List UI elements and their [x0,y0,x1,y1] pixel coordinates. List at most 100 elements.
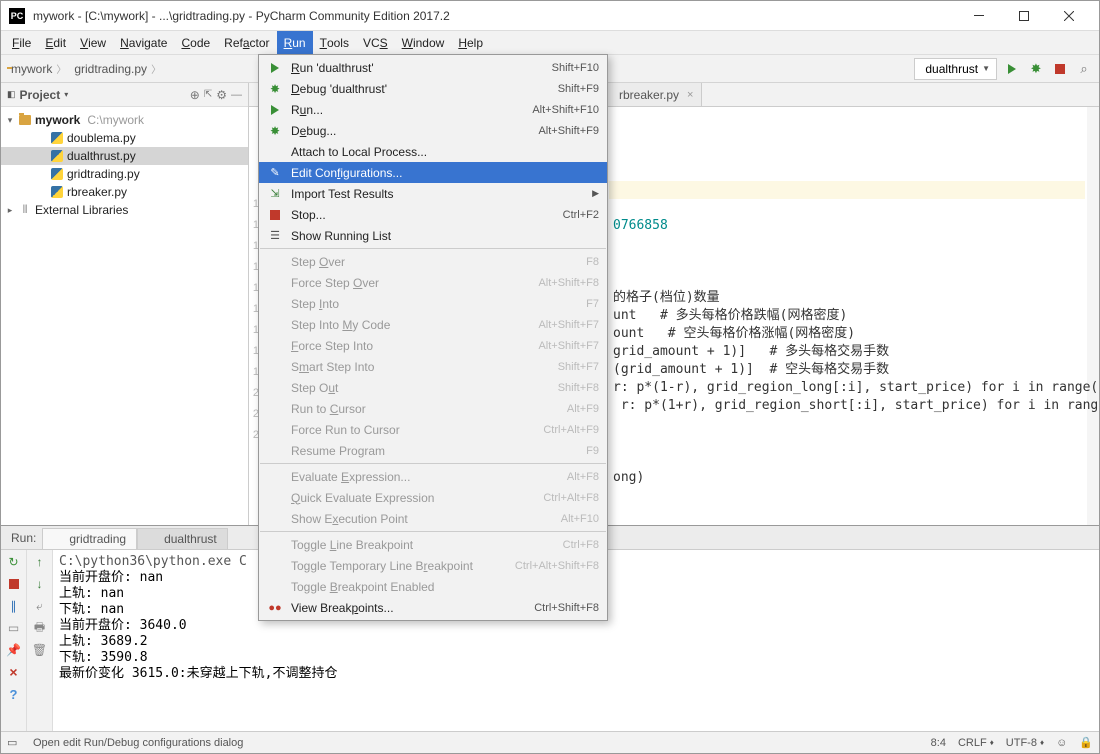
menu-item[interactable]: Run...Alt+Shift+F10 [259,99,607,120]
scroll-from-source-icon[interactable]: ⊕ [190,88,200,102]
run-button[interactable] [1003,60,1021,78]
menu-item[interactable]: Stop...Ctrl+F2 [259,204,607,225]
run-config-name: dualthrust [925,62,978,76]
menu-item: Force Run to CursorCtrl+Alt+F9 [259,419,607,440]
menu-item-label: Step Out [291,381,550,395]
up-stack-button[interactable]: ↑ [32,554,48,570]
menu-item-label: Force Run to Cursor [291,423,535,437]
print-button[interactable]: 🖶 [32,620,48,636]
menu-item: Show Execution PointAlt+F10 [259,508,607,529]
chevron-down-icon[interactable]: ▾ [64,90,68,99]
menu-item[interactable]: ✸Debug 'dualthrust'Shift+F9 [259,78,607,99]
maximize-button[interactable] [1001,1,1046,30]
menu-item[interactable]: ●●View Breakpoints...Ctrl+Shift+F8 [259,597,607,618]
status-icon[interactable]: ▭ [7,736,21,750]
inspections-icon[interactable]: ☺ [1056,737,1067,749]
menu-run[interactable]: Run [277,31,313,54]
line-separator[interactable]: CRLF♦ [958,737,994,749]
tree-root[interactable]: ▾ mywork C:\mywork [1,111,248,129]
chevron-right-icon: 〉 [151,61,161,76]
hide-icon[interactable]: — [231,89,242,101]
menu-item[interactable]: ☰Show Running List [259,225,607,246]
menu-view[interactable]: View [73,31,113,54]
file-encoding[interactable]: UTF-8♦ [1006,737,1044,749]
editor-tab[interactable]: rbreaker.py × [607,83,702,106]
down-stack-button[interactable]: ↓ [32,576,48,592]
close-button[interactable]: × [6,664,22,680]
menu-edit[interactable]: Edit [38,31,73,54]
folder-icon [18,113,32,127]
tree-root-label: mywork [35,113,80,127]
editor-scrollbar[interactable] [1087,107,1099,525]
menu-item[interactable]: Run 'dualthrust'Shift+F10 [259,57,607,78]
pause-button[interactable]: ∥ [6,598,22,614]
menu-item-icon [267,469,283,485]
run-tab-label: gridtrading [69,532,126,546]
menu-item-label: Toggle Line Breakpoint [291,538,555,552]
app-logo: PC [9,8,25,24]
menu-file[interactable]: File [5,31,38,54]
rerun-button[interactable]: ↻ [6,554,22,570]
breadcrumb-root[interactable]: mywork [11,62,52,76]
settings-icon[interactable]: ⚙ [216,88,227,102]
menu-tools[interactable]: Tools [313,31,356,54]
restore-layout-button[interactable]: ▭ [6,620,22,636]
menu-item-shortcut: F9 [586,445,599,457]
menu-item-icon [267,443,283,459]
menu-item[interactable]: ✎Edit Configurations... [259,162,607,183]
search-everywhere-button[interactable]: ⌕ [1075,60,1093,78]
read-only-icon[interactable]: 🔒 [1079,736,1093,749]
clear-all-button[interactable]: 🗑 [32,642,48,658]
run-configuration-selector[interactable]: dualthrust ▼ [914,58,997,80]
debug-button[interactable]: ✸ [1027,60,1045,78]
menu-item-icon: ✸ [267,81,283,97]
code-line: r: p*(1-r), grid_region_long[:i], start_… [609,379,1085,397]
soft-wrap-button[interactable]: ⤶ [32,598,48,614]
project-tree[interactable]: ▾ mywork C:\mywork doublema.pydualthrust… [1,107,248,525]
menu-item-shortcut: Alt+Shift+F7 [538,340,599,352]
code-line [609,271,1085,289]
tree-file[interactable]: gridtrading.py [1,165,248,183]
stop-button[interactable] [1051,60,1069,78]
menu-navigate[interactable]: Navigate [113,31,174,54]
run-tab[interactable]: dualthrust [137,528,228,549]
project-label[interactable]: Project [20,88,61,102]
tree-external-libraries[interactable]: ▸ ⫴ External Libraries [1,201,248,219]
code-line: ong) [609,469,1085,487]
close-button[interactable] [1046,1,1091,30]
code-line [609,451,1085,469]
breadcrumb: mywork 〉 gridtrading.py 〉 [7,61,161,76]
menu-item[interactable]: Attach to Local Process... [259,141,607,162]
menu-item[interactable]: ⇲Import Test Results▶ [259,183,607,204]
breadcrumb-file[interactable]: gridtrading.py [74,62,147,76]
tree-file[interactable]: doublema.py [1,129,248,147]
tree-file[interactable]: dualthrust.py [1,147,248,165]
help-button[interactable]: ? [6,686,22,702]
menu-item-icon [267,275,283,291]
caret-position[interactable]: 8:4 [931,737,946,749]
run-tab[interactable]: gridtrading [42,528,137,549]
menu-refactor[interactable]: Refactor [217,31,276,54]
close-tab-icon[interactable]: × [687,89,693,101]
project-view-icon[interactable]: ◧ [7,89,16,100]
collapse-all-icon[interactable]: ⇱ [204,89,212,100]
menu-item: Step OverF8 [259,251,607,272]
expand-icon[interactable]: ▾ [5,115,15,126]
pin-tab-button[interactable]: 📌 [6,642,22,658]
code-line [609,199,1085,217]
menu-vcs[interactable]: VCS [356,31,395,54]
menu-item[interactable]: ✸Debug...Alt+Shift+F9 [259,120,607,141]
menu-item-label: Show Execution Point [291,512,553,526]
menu-item-shortcut: Alt+Shift+F9 [538,125,599,137]
expand-icon[interactable]: ▸ [5,205,15,216]
menu-window[interactable]: Window [395,31,452,54]
menu-help[interactable]: Help [451,31,490,54]
code-line: (grid_amount + 1)] # 空头每格交易手数 [609,361,1085,379]
tree-file[interactable]: rbreaker.py [1,183,248,201]
menu-code[interactable]: Code [174,31,217,54]
minimize-button[interactable] [956,1,1001,30]
console-line: 上轨: 3689.2 [59,634,1093,650]
menu-item-shortcut: Shift+F8 [558,382,599,394]
menu-item: Step Into My CodeAlt+Shift+F7 [259,314,607,335]
stop-button[interactable] [6,576,22,592]
